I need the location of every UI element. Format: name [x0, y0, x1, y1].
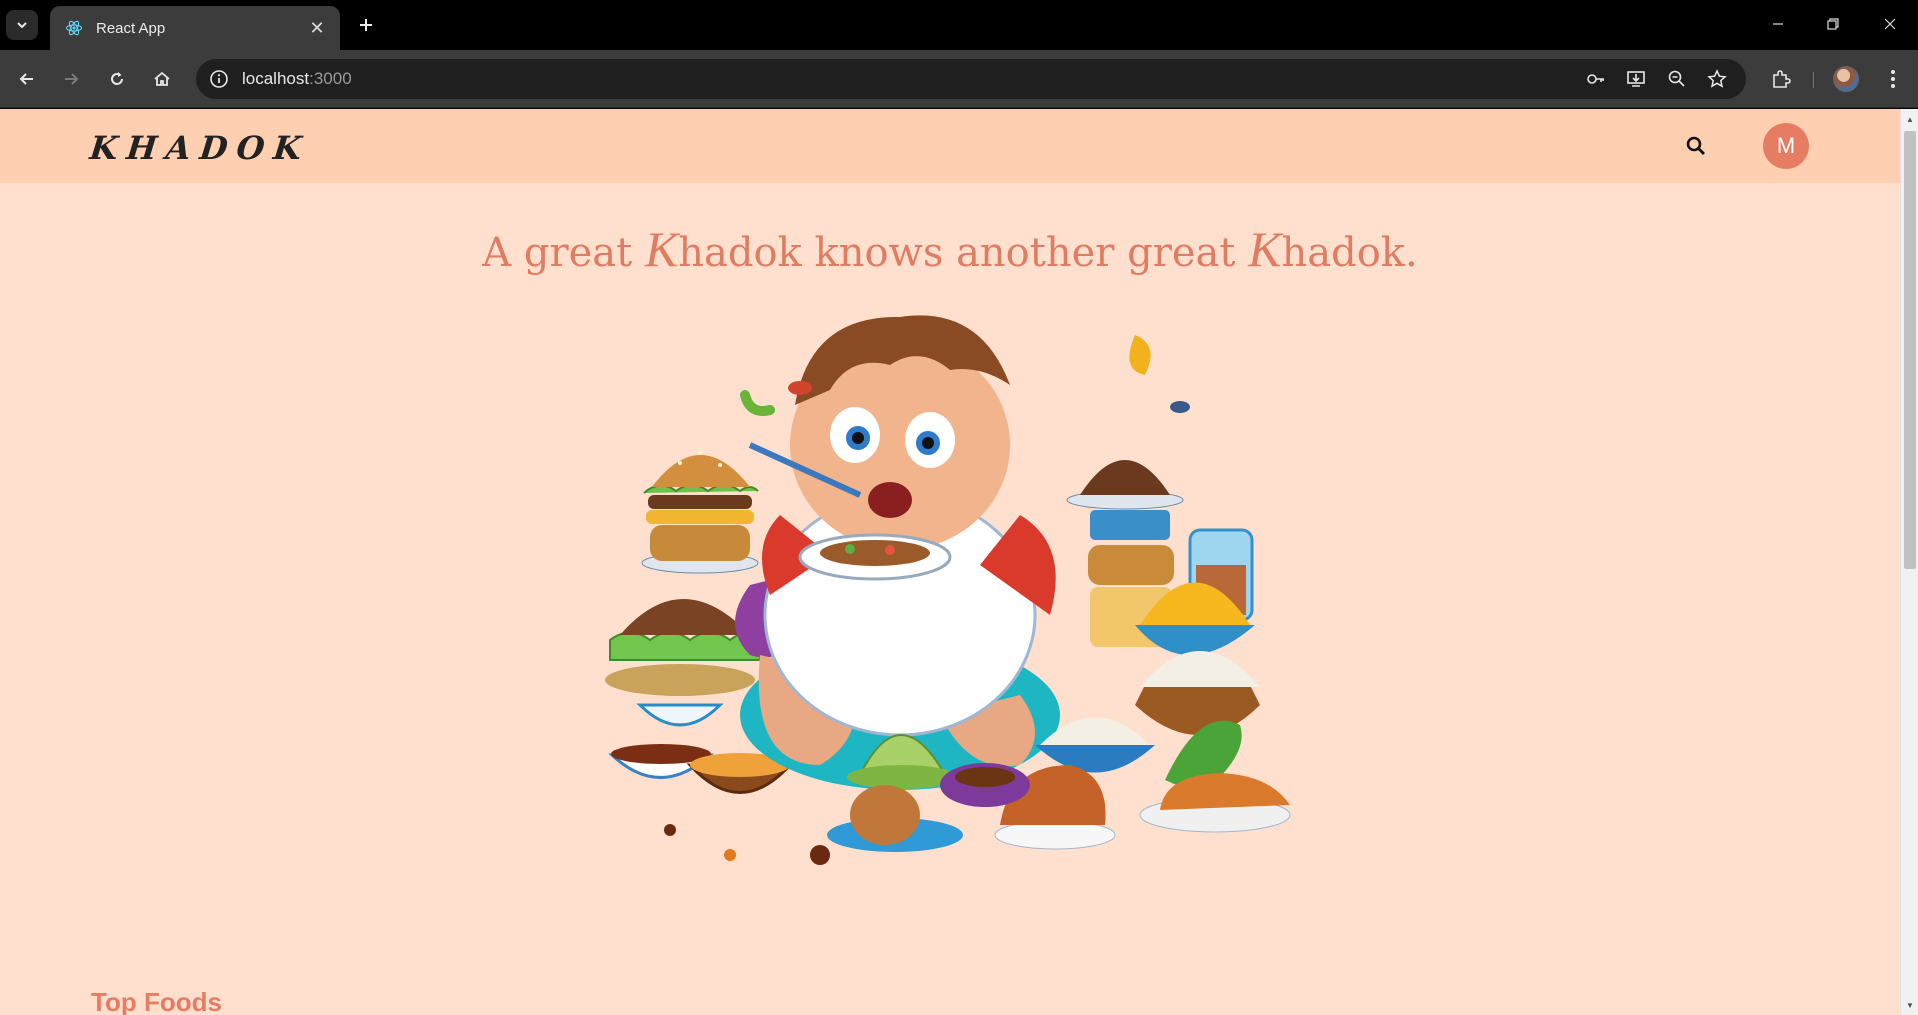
- page-viewport: KHADOK M A great Khadok knows another gr…: [0, 109, 1918, 1015]
- install-app-icon[interactable]: [1621, 64, 1651, 94]
- home-button[interactable]: [147, 64, 177, 94]
- browser-toolbar: localhost:3000: [0, 50, 1918, 108]
- scrollbar-thumb[interactable]: [1904, 131, 1916, 569]
- minimize-button[interactable]: [1756, 8, 1800, 40]
- close-tab-icon[interactable]: ✕: [306, 17, 328, 39]
- close-window-button[interactable]: [1868, 8, 1912, 40]
- zoom-out-icon[interactable]: [1662, 64, 1692, 94]
- brand-logo[interactable]: KHADOK: [88, 129, 312, 167]
- profile-button[interactable]: [1831, 64, 1861, 94]
- address-bar[interactable]: localhost:3000: [196, 59, 1746, 99]
- arrow-right-icon: [65, 73, 79, 85]
- arrow-left-icon: [19, 73, 33, 85]
- user-avatar[interactable]: M: [1763, 123, 1809, 169]
- back-button[interactable]: [12, 64, 42, 94]
- react-logo-icon: [64, 18, 84, 38]
- browser-menu-button[interactable]: [1878, 64, 1908, 94]
- top-foods-heading: Top Foods: [91, 987, 222, 1015]
- hero-illustration: [605, 315, 1291, 865]
- new-tab-button[interactable]: [352, 11, 380, 39]
- restore-icon: [1827, 18, 1839, 30]
- scroll-up-icon[interactable]: ▲: [1901, 111, 1918, 127]
- search-icon: [1686, 136, 1705, 155]
- app-header: KHADOK M: [0, 109, 1900, 183]
- more-vertical-icon: [1891, 70, 1895, 88]
- url-text: localhost:3000: [242, 69, 352, 88]
- browser-tab-bar: React App ✕: [0, 0, 1918, 50]
- tab-search-button[interactable]: [6, 10, 38, 40]
- minimize-icon: [1773, 23, 1783, 25]
- browser-tab[interactable]: React App ✕: [50, 6, 340, 50]
- site-info-icon[interactable]: [204, 64, 234, 94]
- page-scrollbar[interactable]: ▲ ▼: [1900, 109, 1918, 1015]
- toolbar-divider: [1813, 72, 1814, 88]
- chevron-down-icon: [17, 22, 27, 29]
- restore-button[interactable]: [1811, 8, 1855, 40]
- forward-button[interactable]: [56, 64, 86, 94]
- bookmark-star-icon[interactable]: [1702, 64, 1732, 94]
- reload-icon: [111, 72, 123, 85]
- close-icon: [1884, 18, 1896, 30]
- plus-icon: [360, 19, 372, 31]
- search-button[interactable]: [1681, 131, 1711, 161]
- key-icon[interactable]: [1581, 64, 1611, 94]
- puzzle-icon: [1773, 70, 1791, 88]
- extensions-button[interactable]: [1766, 64, 1796, 94]
- tab-title: React App: [96, 19, 166, 37]
- home-icon: [154, 71, 170, 86]
- scroll-down-icon[interactable]: ▼: [1901, 997, 1918, 1013]
- hero-tagline: A great Khadok knows another great Khado…: [482, 221, 1418, 277]
- profile-avatar-icon: [1833, 66, 1859, 92]
- reload-button[interactable]: [102, 64, 132, 94]
